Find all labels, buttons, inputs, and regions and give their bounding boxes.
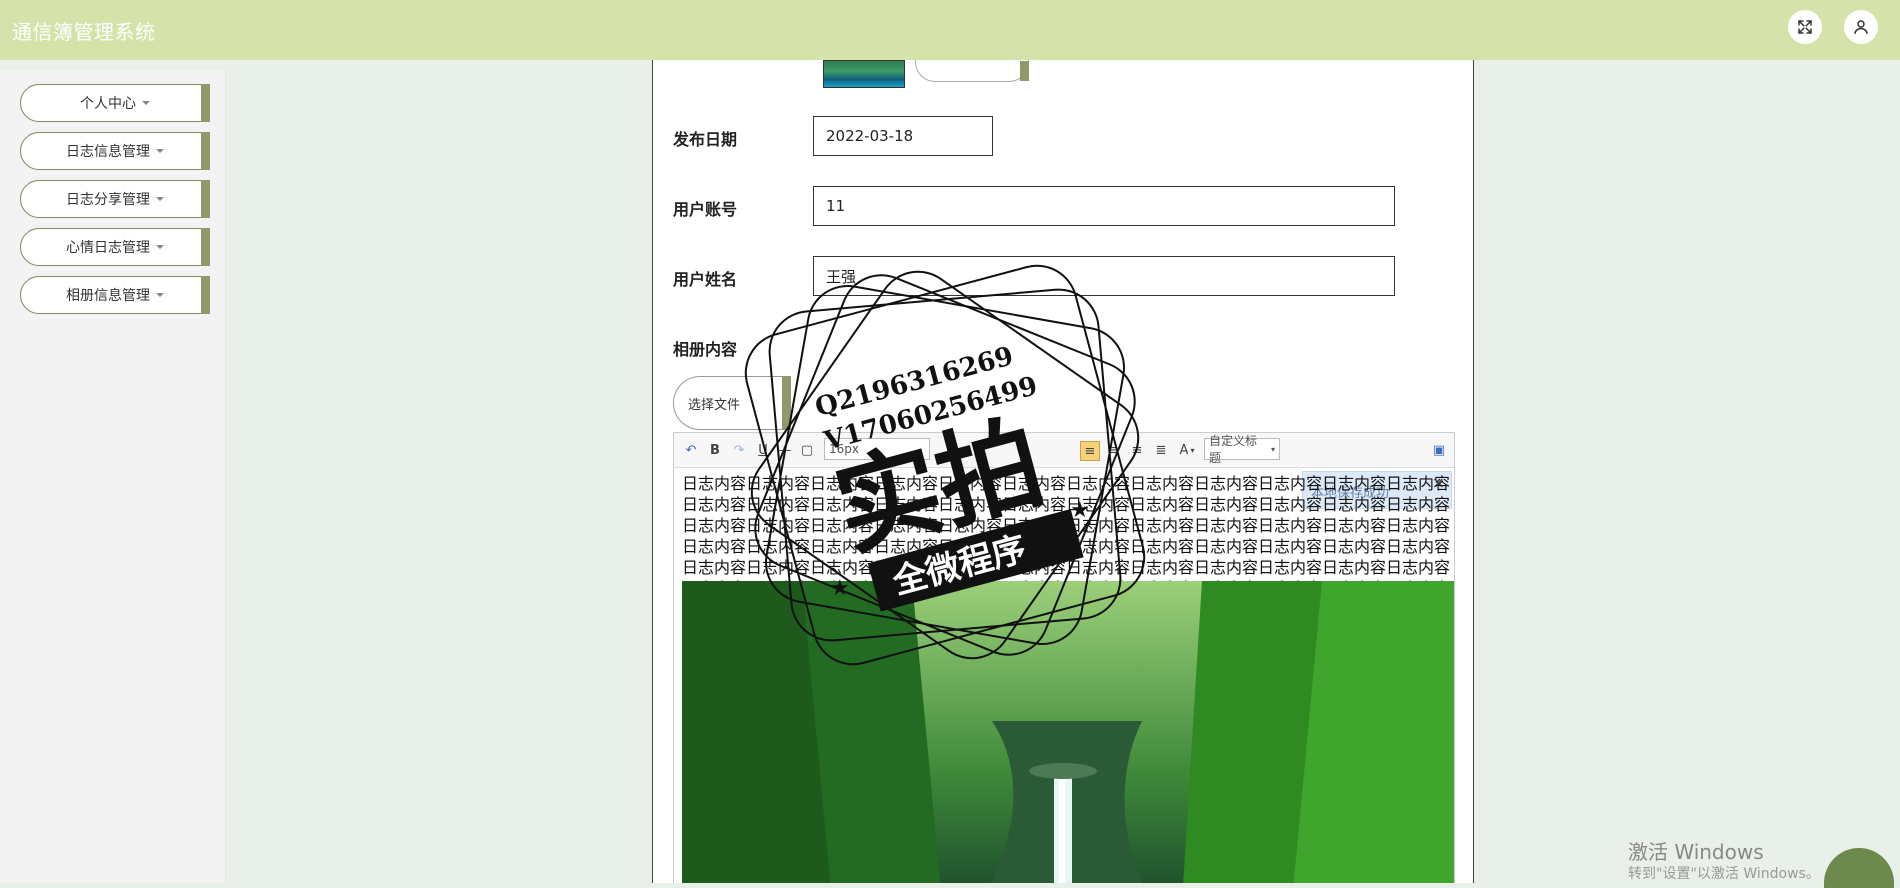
custom-title-select[interactable]: 自定义标题 ▾ xyxy=(1204,434,1280,465)
align-center-button[interactable]: ≡ xyxy=(1104,441,1122,459)
underline-button[interactable]: U xyxy=(754,441,772,459)
expand-icon xyxy=(1798,20,1812,34)
caret-down-icon: ▾ xyxy=(1190,445,1195,455)
rich-text-editor[interactable]: ↶ B ↷ U — ▢ 16px ≡ ≡ ≡ ≣ A ▾ 自定义标题 ▾ ▣ 本… xyxy=(673,432,1455,883)
font-color-button[interactable]: A ▾ xyxy=(1176,441,1198,459)
sidebar-item-album-info[interactable]: 相册信息管理 xyxy=(20,276,210,314)
mascot-avatar xyxy=(1824,848,1894,888)
undo-button[interactable]: ↶ xyxy=(682,441,700,459)
sidebar-item-personal-center[interactable]: 个人中心 xyxy=(20,84,210,122)
user-button[interactable] xyxy=(1844,10,1878,44)
sidebar-item-label: 日志分享管理 xyxy=(66,192,150,208)
publish-date-input[interactable]: 2022-03-18 xyxy=(813,116,993,156)
custom-title-label: 自定义标题 xyxy=(1209,434,1258,465)
account-input[interactable]: 11 xyxy=(813,186,1395,226)
sidebar-item-label: 个人中心 xyxy=(80,96,136,112)
caret-down-icon xyxy=(156,149,164,153)
form-panel: 发布日期 2022-03-18 用户账号 11 用户姓名 王强 相册内容 选择文… xyxy=(652,60,1474,883)
waterfall-photo xyxy=(682,581,1454,883)
name-label: 用户姓名 xyxy=(673,270,738,289)
sidebar-item-label: 日志信息管理 xyxy=(66,144,150,160)
name-input[interactable]: 王强 xyxy=(813,256,1395,296)
caret-down-icon xyxy=(142,101,150,105)
editor-toolbar: ↶ B ↷ U — ▢ 16px ≡ ≡ ≡ ≣ A ▾ 自定义标题 ▾ ▣ xyxy=(674,433,1454,468)
sidebar-item-mood-log[interactable]: 心情日志管理 xyxy=(20,228,210,266)
fullscreen-button[interactable] xyxy=(1788,10,1822,44)
upload-button[interactable] xyxy=(915,60,1029,82)
app-title: 通信簿管理系统 xyxy=(12,20,156,44)
caret-down-icon xyxy=(156,197,164,201)
align-left-button[interactable]: ≡ xyxy=(1080,441,1100,461)
font-color-label: A xyxy=(1179,442,1189,458)
sidebar: 个人中心 日志信息管理 日志分享管理 心情日志管理 相册信息管理 xyxy=(0,70,226,883)
sidebar-item-label: 心情日志管理 xyxy=(66,240,150,256)
image-thumbnail xyxy=(823,60,905,88)
redo-button[interactable]: ↷ xyxy=(730,441,748,459)
caret-down-icon xyxy=(156,245,164,249)
account-label: 用户账号 xyxy=(673,200,738,219)
windows-activate-sub: 转到"设置"以激活 Windows。 xyxy=(1628,866,1820,882)
preview-icon[interactable]: ▣ xyxy=(1430,441,1448,459)
user-icon xyxy=(1854,20,1868,34)
caret-down-icon: ▾ xyxy=(1270,444,1275,454)
choose-file-label: 选择文件 xyxy=(688,397,741,413)
align-right-button[interactable]: ≡ xyxy=(1128,441,1146,459)
paste-icon[interactable]: ▢ xyxy=(798,441,816,459)
album-content-label: 相册内容 xyxy=(673,340,738,359)
choose-file-button[interactable]: 选择文件 xyxy=(673,376,791,430)
top-header: 通信簿管理系统 xyxy=(0,0,1900,60)
windows-activate-title: 激活 Windows xyxy=(1628,840,1764,864)
publish-date-label: 发布日期 xyxy=(673,130,738,149)
sidebar-item-log-info[interactable]: 日志信息管理 xyxy=(20,132,210,170)
sidebar-item-label: 相册信息管理 xyxy=(66,288,150,304)
caret-down-icon xyxy=(156,293,164,297)
bold-button[interactable]: B xyxy=(706,441,724,459)
horizontal-rule-button[interactable]: — xyxy=(776,441,794,459)
font-size-select[interactable]: 16px xyxy=(824,438,930,460)
sidebar-item-log-share[interactable]: 日志分享管理 xyxy=(20,180,210,218)
align-justify-button[interactable]: ≣ xyxy=(1152,441,1170,459)
